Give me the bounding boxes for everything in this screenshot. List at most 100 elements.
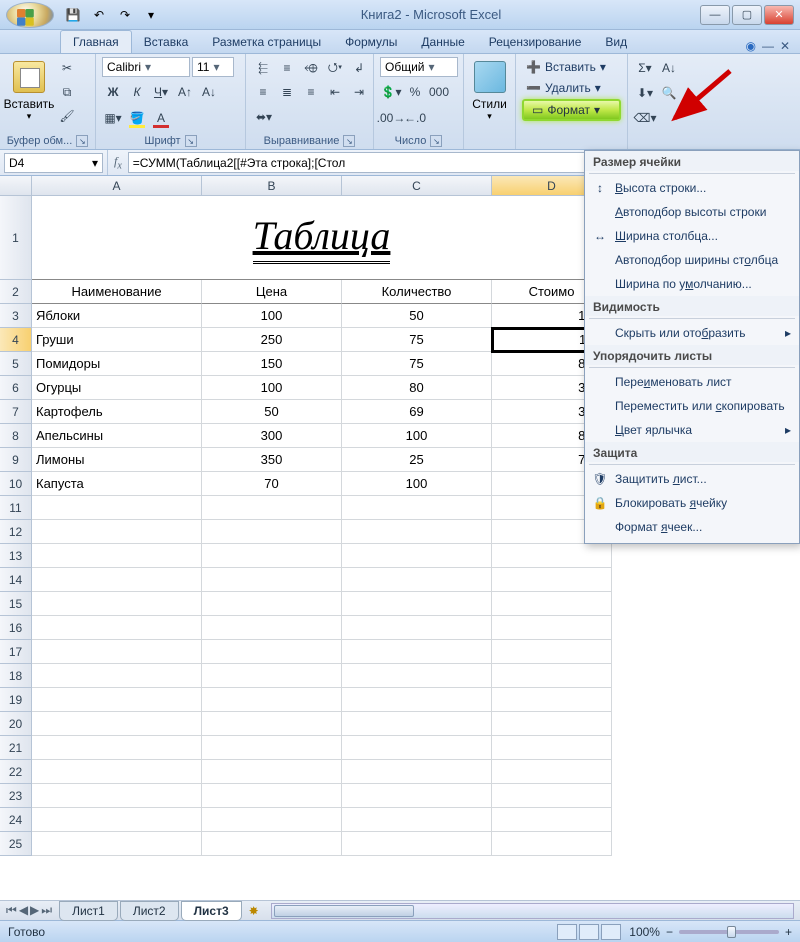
cell-D16[interactable] (492, 616, 612, 640)
row-header-21[interactable]: 21 (0, 736, 32, 760)
view-page-break-icon[interactable] (601, 924, 621, 940)
row-header-3[interactable]: 3 (0, 304, 32, 328)
cell-D19[interactable] (492, 688, 612, 712)
cell-A5[interactable]: Помидоры (32, 352, 202, 376)
row-header-6[interactable]: 6 (0, 376, 32, 400)
cell-A22[interactable] (32, 760, 202, 784)
dropdown-item[interactable]: Переименовать лист (585, 370, 799, 394)
cell-A4[interactable]: Груши (32, 328, 202, 352)
cell-B8[interactable]: 300 (202, 424, 342, 448)
cell-C4[interactable]: 75 (342, 328, 492, 352)
row-header-4[interactable]: 4 (0, 328, 32, 352)
hscroll-thumb[interactable] (274, 905, 414, 917)
format-painter-icon[interactable]: 🖌 (56, 105, 78, 127)
office-button[interactable] (6, 2, 54, 28)
clipboard-dlg-icon[interactable]: ↘ (76, 135, 88, 147)
zoom-out-icon[interactable]: − (666, 925, 673, 939)
cell-C25[interactable] (342, 832, 492, 856)
align-center-icon[interactable]: ≣ (276, 81, 298, 103)
row-header-12[interactable]: 12 (0, 520, 32, 544)
font-color-icon[interactable]: A (150, 107, 172, 129)
cell-C22[interactable] (342, 760, 492, 784)
increase-decimal-icon[interactable]: .00→ (380, 107, 402, 129)
column-header-B[interactable]: B (202, 176, 342, 195)
view-page-layout-icon[interactable] (579, 924, 599, 940)
cell-A14[interactable] (32, 568, 202, 592)
cell-D14[interactable] (492, 568, 612, 592)
align-middle-icon[interactable]: ≡ (276, 57, 298, 79)
copy-icon[interactable]: ⧉ (56, 81, 78, 103)
fx-icon[interactable]: fx (114, 154, 122, 171)
cell-D20[interactable] (492, 712, 612, 736)
row-header-5[interactable]: 5 (0, 352, 32, 376)
row-header-7[interactable]: 7 (0, 400, 32, 424)
cell-C17[interactable] (342, 640, 492, 664)
cell-B12[interactable] (202, 520, 342, 544)
comma-icon[interactable]: 000 (428, 81, 450, 103)
sheet-nav-last-icon[interactable]: ⏭ (41, 903, 52, 918)
cell-D22[interactable] (492, 760, 612, 784)
row-header-13[interactable]: 13 (0, 544, 32, 568)
dropdown-item[interactable]: 🛡Защитить лист... (585, 467, 799, 491)
minimize-ribbon-icon[interactable]: — (762, 39, 774, 53)
row-header-23[interactable]: 23 (0, 784, 32, 808)
cell-A6[interactable]: Огурцы (32, 376, 202, 400)
cell-C6[interactable]: 80 (342, 376, 492, 400)
fill-icon[interactable]: ⬇▾ (634, 82, 656, 104)
cell-D23[interactable] (492, 784, 612, 808)
cell-C15[interactable] (342, 592, 492, 616)
cell-B21[interactable] (202, 736, 342, 760)
font-size-combo[interactable]: 11▾ (192, 57, 234, 77)
cell-B17[interactable] (202, 640, 342, 664)
zoom-in-icon[interactable]: + (785, 925, 792, 939)
row-header-24[interactable]: 24 (0, 808, 32, 832)
cell-A25[interactable] (32, 832, 202, 856)
number-dlg-icon[interactable]: ↘ (430, 135, 442, 147)
cell-D18[interactable] (492, 664, 612, 688)
cell-C12[interactable] (342, 520, 492, 544)
tab-review[interactable]: Рецензирование (477, 31, 594, 53)
sheet-tab-Лист2[interactable]: Лист2 (120, 901, 179, 921)
tab-data[interactable]: Данные (409, 31, 476, 53)
cell-C5[interactable]: 75 (342, 352, 492, 376)
cell-A3[interactable]: Яблоки (32, 304, 202, 328)
wrap-text-icon[interactable]: ↲ (348, 57, 370, 79)
cell-A21[interactable] (32, 736, 202, 760)
dropdown-item[interactable]: Автоподбор ширины столбца (585, 248, 799, 272)
tab-home[interactable]: Главная (60, 30, 132, 53)
shrink-font-icon[interactable]: A↓ (198, 81, 220, 103)
cell-C24[interactable] (342, 808, 492, 832)
underline-icon[interactable]: Ч▾ (150, 81, 172, 103)
border-icon[interactable]: ▦▾ (102, 107, 124, 129)
cell-A11[interactable] (32, 496, 202, 520)
styles-button[interactable]: Стили ▾ (470, 57, 509, 122)
font-name-combo[interactable]: Calibri▾ (102, 57, 190, 77)
cell-D25[interactable] (492, 832, 612, 856)
cell-A1[interactable]: Таблица (32, 196, 612, 280)
sheet-nav-prev-icon[interactable]: ◀ (19, 903, 28, 918)
cell-C18[interactable] (342, 664, 492, 688)
find-icon[interactable]: 🔍 (658, 82, 680, 104)
cell-C14[interactable] (342, 568, 492, 592)
tab-view[interactable]: Вид (593, 31, 639, 53)
close-button[interactable]: ✕ (764, 5, 794, 25)
autosum-icon[interactable]: Σ▾ (634, 57, 656, 79)
cell-C20[interactable] (342, 712, 492, 736)
row-header-19[interactable]: 19 (0, 688, 32, 712)
percent-icon[interactable]: % (404, 81, 426, 103)
dropdown-item[interactable]: Автоподбор высоты строки (585, 200, 799, 224)
cell-B9[interactable]: 350 (202, 448, 342, 472)
minimize-button[interactable]: — (700, 5, 730, 25)
fill-color-icon[interactable]: 🪣 (126, 107, 148, 129)
cell-D21[interactable] (492, 736, 612, 760)
cell-C16[interactable] (342, 616, 492, 640)
cell-B4[interactable]: 250 (202, 328, 342, 352)
number-format-combo[interactable]: Общий▾ (380, 57, 458, 77)
zoom-value[interactable]: 100% (629, 925, 660, 939)
cell-A19[interactable] (32, 688, 202, 712)
row-header-20[interactable]: 20 (0, 712, 32, 736)
cell-B23[interactable] (202, 784, 342, 808)
cell-A23[interactable] (32, 784, 202, 808)
clear-icon[interactable]: ⌫▾ (634, 107, 656, 129)
cut-icon[interactable]: ✂ (56, 57, 78, 79)
